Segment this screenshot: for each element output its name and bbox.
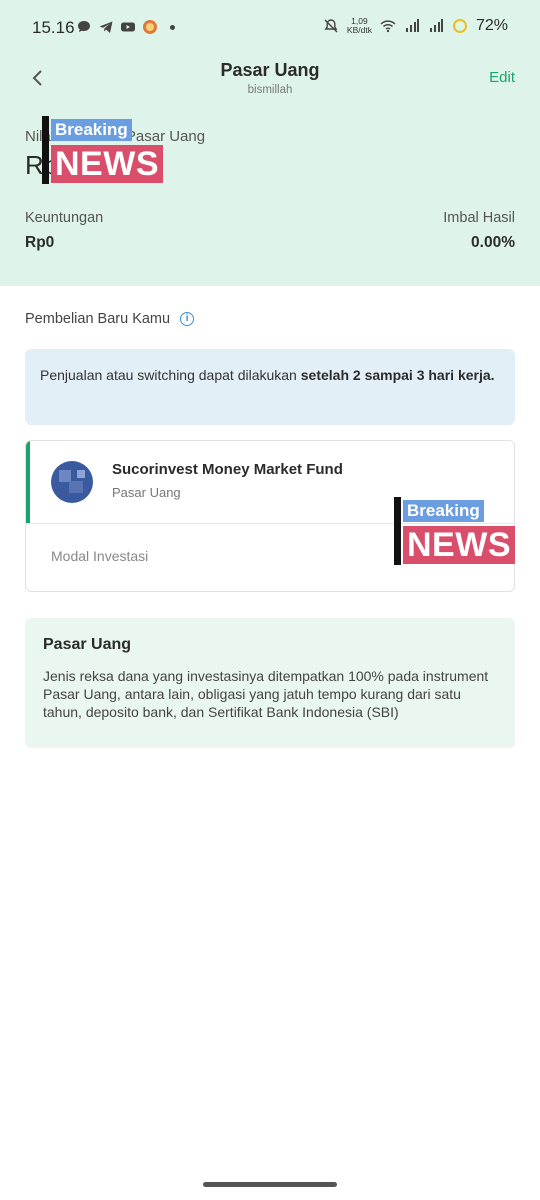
- profit-value: Rp0: [25, 234, 55, 251]
- profit-label: Keuntungan: [25, 210, 104, 226]
- page-title: Pasar Uang: [220, 60, 320, 80]
- sticker-bar: [394, 497, 401, 565]
- fund-accent-bar: [26, 441, 30, 523]
- info-icon[interactable]: i: [180, 312, 195, 326]
- fund-name: Sucorinvest Money Market Fund: [112, 461, 343, 478]
- sticker-news-text: NEWS: [51, 145, 163, 183]
- breaking-news-sticker: Breaking NEWS: [42, 116, 174, 186]
- sticker-news-text: NEWS: [403, 526, 515, 564]
- investment-capital-label: Modal Investasi: [51, 548, 149, 564]
- home-indicator[interactable]: [203, 1182, 337, 1187]
- signal-icon: [405, 19, 419, 32]
- description-title: Pasar Uang: [43, 636, 132, 653]
- more-notifications-dot: [170, 24, 175, 30]
- breaking-news-sticker-2: Breaking NEWS: [394, 497, 526, 567]
- mute-bell-icon: [324, 19, 338, 33]
- chat-bubble-icon: [78, 21, 90, 32]
- new-purchase-heading: Pembelian Baru Kamu i: [25, 311, 195, 327]
- description-text: Jenis reksa dana yang investasinya ditem…: [43, 668, 489, 720]
- return-label: Imbal Hasil: [443, 210, 515, 226]
- category-description-card: Pasar Uang Jenis reksa dana yang investa…: [25, 618, 515, 748]
- status-time: 15.16: [32, 18, 75, 37]
- network-speed-unit: KB/dtk: [346, 25, 372, 35]
- battery-ring-icon: [452, 19, 467, 33]
- app-badge-icon: [143, 20, 157, 34]
- sticker-breaking-text: Breaking: [51, 119, 132, 141]
- signal-icon-2: [429, 19, 443, 32]
- top-navigation: Pasar Uang bismillah Edit: [0, 56, 540, 106]
- sell-notice-banner: Penjualan atau switching dapat dilakukan…: [25, 349, 515, 425]
- fund-logo: [51, 461, 93, 503]
- fund-category: Pasar Uang: [112, 485, 181, 500]
- notice-bold-text: setelah 2 sampai 3 hari kerja.: [300, 367, 495, 383]
- network-speed: 1,09 KB/dtk: [347, 17, 372, 35]
- status-bar: 15.16 1,09 KB/dtk 72%: [0, 0, 540, 56]
- sticker-breaking-text: Breaking: [403, 500, 484, 522]
- battery-percentage: 72%: [475, 17, 508, 34]
- page-subtitle: bismillah: [247, 84, 293, 96]
- notification-icons: [76, 19, 175, 35]
- new-purchase-title: Pembelian Baru Kamu: [25, 311, 171, 327]
- sticker-bar: [42, 116, 49, 184]
- telegram-icon: [99, 21, 113, 33]
- return-value: 0.00%: [471, 234, 515, 251]
- system-status-icons: 1,09 KB/dtk 72%: [323, 17, 508, 35]
- youtube-icon: [121, 22, 135, 32]
- notice-text: Penjualan atau switching dapat dilakukan: [40, 367, 301, 383]
- edit-button[interactable]: Edit: [489, 69, 515, 86]
- wifi-icon: [380, 20, 396, 33]
